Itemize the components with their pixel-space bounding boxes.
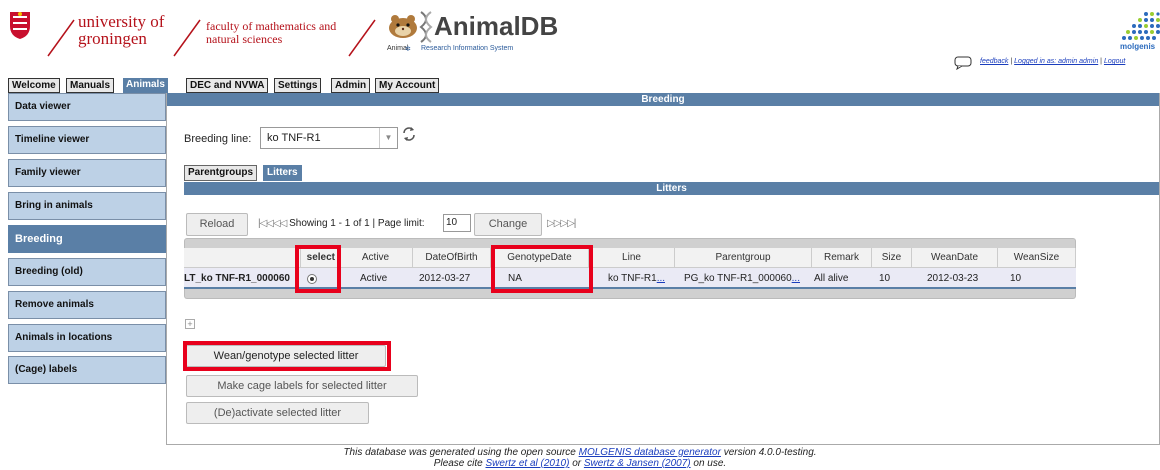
column-header-remark[interactable]: Remark xyxy=(812,248,872,268)
highlight-select-column xyxy=(295,245,341,293)
user-links: feedback | Logged in as: admin admin | L… xyxy=(980,58,1126,65)
sidebar-item-bring-in-animals[interactable]: Bring in animals xyxy=(8,192,166,220)
molgenis-generator-link[interactable]: MOLGENIS database generator xyxy=(579,447,721,458)
tab-my-account[interactable]: My Account xyxy=(375,78,440,93)
divider-slash-icon xyxy=(47,19,75,57)
tab-admin[interactable]: Admin xyxy=(331,78,371,93)
tab-litters[interactable]: Litters xyxy=(263,165,302,181)
date-of-birth-cell: 2012-03-27 xyxy=(419,273,471,284)
make-cage-labels-button[interactable]: Make cage labels for selected litter xyxy=(186,375,418,397)
deactivate-litter-button[interactable]: (De)activate selected litter xyxy=(186,402,369,424)
sidebar-item-family-viewer[interactable]: Family viewer xyxy=(8,159,166,187)
active-cell: Active xyxy=(360,273,388,284)
footer-line-2: Please cite Swertz et al (2010) or Swert… xyxy=(433,458,727,469)
tab-manuals[interactable]: Manuals xyxy=(66,78,115,93)
column-header-date-of-birth[interactable]: DateOfBirth xyxy=(413,248,491,268)
dna-small-icon: ✲ xyxy=(405,46,411,53)
line-cell: ko TNF-R1... xyxy=(608,273,666,284)
wean-size-cell: 10 xyxy=(1010,273,1022,284)
molgenis-label: molgenis xyxy=(1120,42,1156,51)
cite-swertz-2010-link[interactable]: Swertz et al (2010) xyxy=(486,458,570,469)
column-header-wean-size[interactable]: WeanSize xyxy=(998,248,1076,268)
tab-parentgroups[interactable]: Parentgroups xyxy=(184,165,258,181)
column-header-size[interactable]: Size xyxy=(872,248,912,268)
reload-button[interactable]: Reload xyxy=(186,213,248,236)
parentgroup-more-link[interactable]: ... xyxy=(792,273,800,284)
breeding-panel: Breeding Breeding line: ko TNF-R1 ▼ Pare… xyxy=(166,93,1160,445)
footer: This database was generated using the op… xyxy=(0,447,1160,469)
logout-link[interactable]: Logout xyxy=(1104,58,1125,65)
sidebar-item-data-viewer[interactable]: Data viewer xyxy=(8,93,166,121)
divider-slash-icon xyxy=(348,19,376,57)
tab-dec-nvwa[interactable]: DEC and NVWA xyxy=(186,78,269,93)
breeding-line-select[interactable]: ko TNF-R1 ▼ xyxy=(260,127,398,149)
column-header-active[interactable]: Active xyxy=(339,248,413,268)
size-cell: 10 xyxy=(879,273,891,284)
remark-cell: All alive xyxy=(814,273,849,284)
feedback-speech-icon[interactable] xyxy=(954,56,972,70)
column-header-name xyxy=(184,248,301,268)
litters-title: Litters xyxy=(184,182,1159,195)
sidebar-item-cage-labels[interactable]: (Cage) labels xyxy=(8,356,166,384)
panel-title: Breeding xyxy=(167,93,1159,106)
expand-plus-icon[interactable]: + xyxy=(185,319,195,329)
dna-helix-icon xyxy=(419,11,433,43)
hamster-logo-icon xyxy=(389,15,417,38)
line-more-link[interactable]: ... xyxy=(657,273,665,284)
change-button[interactable]: Change xyxy=(474,213,542,236)
faculty-name: faculty of mathematics and natural scien… xyxy=(206,19,337,46)
university-name: university of groningen xyxy=(78,12,165,48)
breeding-line-label: Breeding line: xyxy=(184,133,252,145)
footer-line-1: This database was generated using the op… xyxy=(343,447,817,458)
divider-slash-icon xyxy=(173,19,201,57)
feedback-link[interactable]: feedback xyxy=(980,58,1008,65)
first-prev-page-icon[interactable]: |◁◁◁◁ xyxy=(258,218,287,229)
page-limit-input[interactable]: 10 xyxy=(443,214,471,232)
cite-swertz-jansen-2007-link[interactable]: Swertz & Jansen (2007) xyxy=(584,458,691,469)
pager: |◁◁◁◁ Showing 1 - 1 of 1 | Page limit: xyxy=(258,218,425,229)
header: university of groningen faculty of mathe… xyxy=(0,0,1160,78)
next-last-page-icon[interactable]: ▷▷▷▷| xyxy=(547,218,576,229)
sidebar-item-breeding[interactable]: Breeding xyxy=(8,225,166,253)
chevron-down-icon[interactable]: ▼ xyxy=(379,128,397,148)
university-crest-icon xyxy=(10,12,30,39)
app-title: AnimalDB xyxy=(434,11,559,41)
tab-welcome[interactable]: Welcome xyxy=(8,78,60,93)
showing-text: Showing 1 - 1 of 1 | Page limit: xyxy=(289,218,425,229)
highlight-wean-button xyxy=(183,341,391,371)
column-header-line[interactable]: Line xyxy=(589,248,675,268)
sidebar-item-animals-in-locations[interactable]: Animals in locations xyxy=(8,324,166,352)
sidebar-item-breeding-old[interactable]: Breeding (old) xyxy=(8,258,166,286)
tab-settings[interactable]: Settings xyxy=(274,78,322,93)
sidebar-item-remove-animals[interactable]: Remove animals xyxy=(8,291,166,319)
parentgroup-cell: PG_ko TNF-R1_000060... xyxy=(684,273,800,284)
sidebar-item-timeline-viewer[interactable]: Timeline viewer xyxy=(8,126,166,154)
column-header-parentgroup[interactable]: Parentgroup xyxy=(675,248,812,268)
refresh-icon[interactable] xyxy=(401,126,417,142)
column-header-wean-date[interactable]: WeanDate xyxy=(912,248,998,268)
tab-animals[interactable]: Animals xyxy=(123,78,168,93)
litter-name-cell: LT_ko TNF-R1_000060 xyxy=(184,273,290,284)
highlight-genotype-date-column xyxy=(491,245,593,293)
logged-in-link[interactable]: Logged in as: admin admin xyxy=(1014,58,1098,65)
wean-date-cell: 2012-03-23 xyxy=(927,273,979,284)
